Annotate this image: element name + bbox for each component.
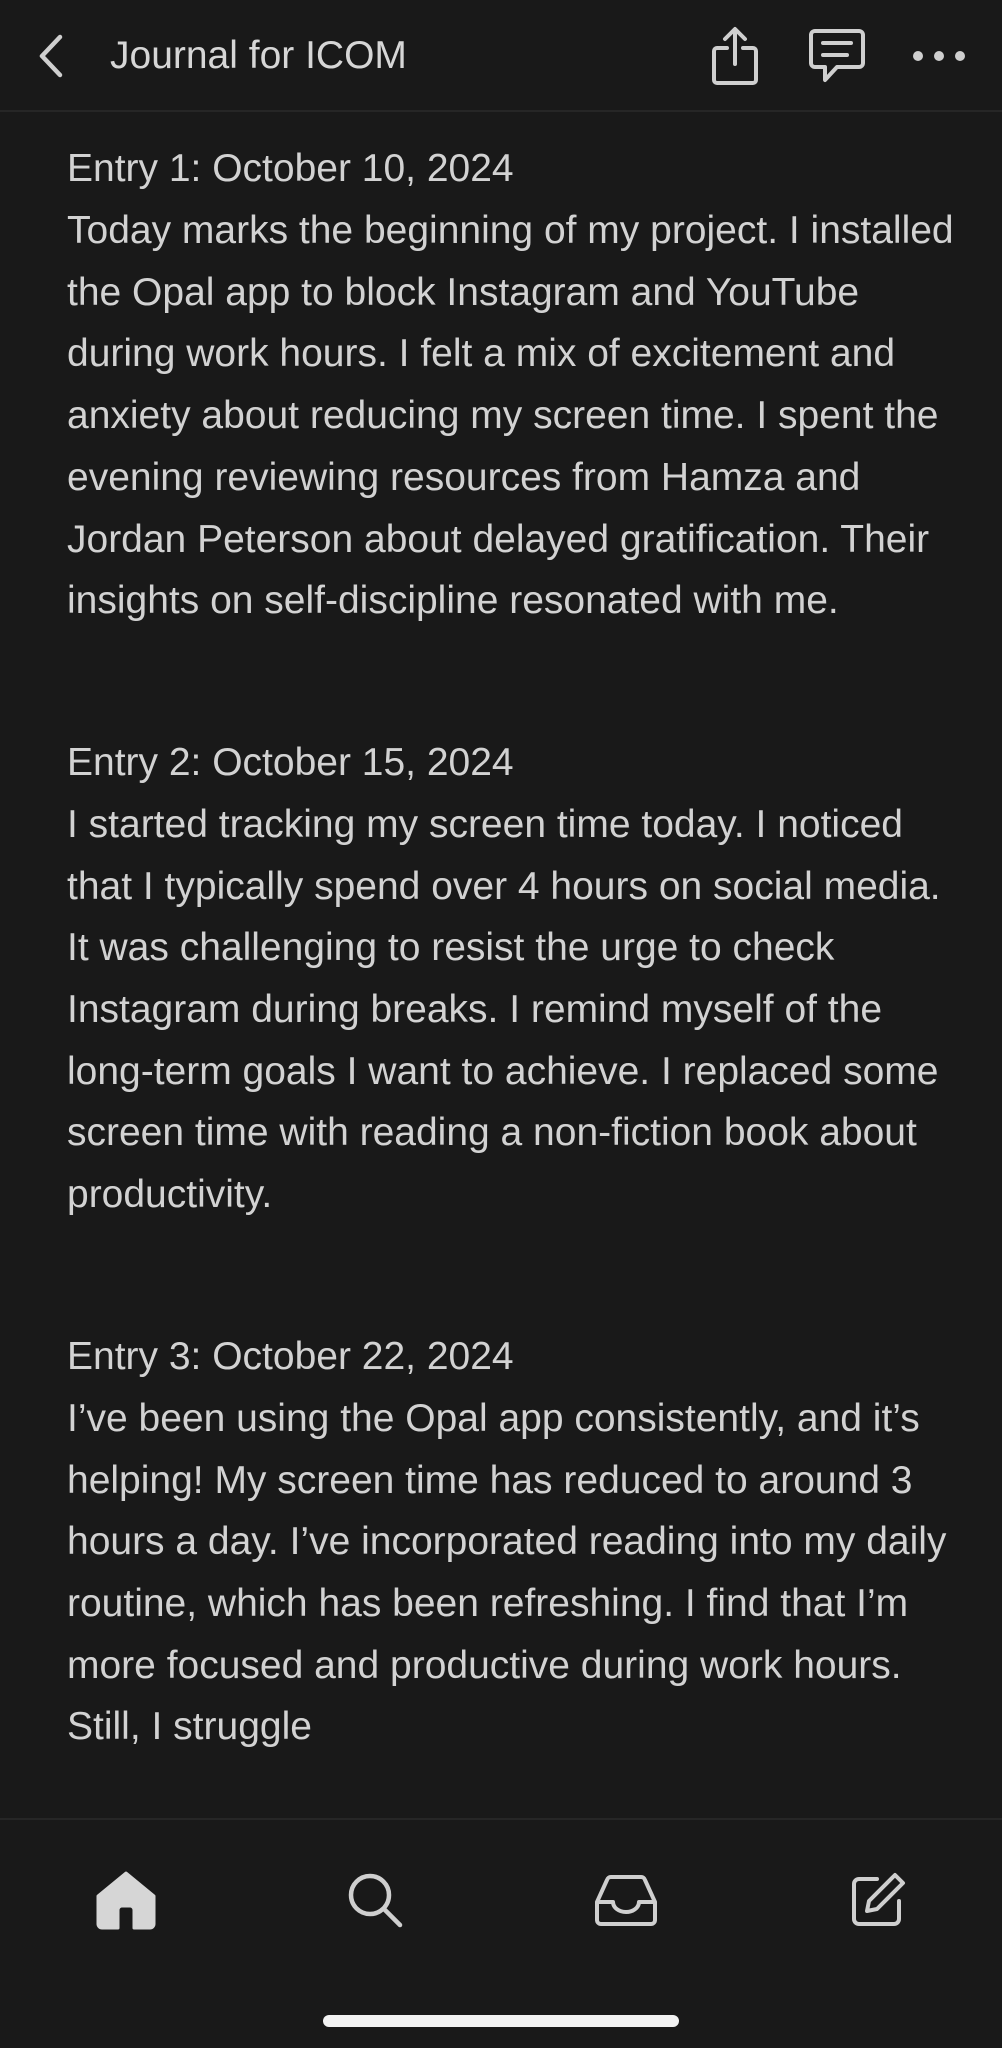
share-icon <box>712 27 758 85</box>
entry-heading: Entry 3: October 22, 2024 <box>67 1334 514 1378</box>
journal-content[interactable]: Entry 1: October 10, 2024 Today marks th… <box>67 138 957 1818</box>
bottom-tab-bar <box>0 1818 1002 2048</box>
tab-compose[interactable] <box>838 1860 918 1940</box>
top-navigation-bar: Journal for ICOM <box>0 0 1002 112</box>
journal-entry: Entry 3: October 22, 2024 I’ve been usin… <box>67 1326 957 1758</box>
tab-inbox[interactable] <box>586 1860 666 1940</box>
home-icon <box>96 1871 156 1930</box>
entry-heading: Entry 2: October 15, 2024 <box>67 740 514 784</box>
journal-entry: Entry 2: October 15, 2024 I started trac… <box>67 732 957 1226</box>
entry-heading: Entry 1: October 10, 2024 <box>67 147 514 190</box>
more-options-button[interactable] <box>907 24 971 88</box>
home-indicator[interactable] <box>323 2015 679 2027</box>
comment-icon <box>809 29 865 82</box>
chevron-left-icon <box>39 34 63 78</box>
share-button[interactable] <box>703 24 767 88</box>
tab-search[interactable] <box>335 1860 415 1940</box>
more-horizontal-icon <box>913 51 965 61</box>
inbox-icon <box>595 1875 657 1926</box>
entry-body: I’ve been using the Opal app consistentl… <box>67 1396 947 1749</box>
entry-body: Today marks the beginning of my project.… <box>67 209 954 623</box>
compose-icon <box>852 1873 905 1926</box>
comments-button[interactable] <box>805 24 869 88</box>
page-title: Journal for ICOM <box>110 34 407 77</box>
search-icon <box>348 1873 403 1928</box>
entry-body: I started tracking my screen time today.… <box>67 802 941 1217</box>
tab-home[interactable] <box>86 1860 166 1940</box>
journal-entry: Entry 1: October 10, 2024 Today marks th… <box>67 138 957 632</box>
back-button[interactable] <box>26 26 76 86</box>
